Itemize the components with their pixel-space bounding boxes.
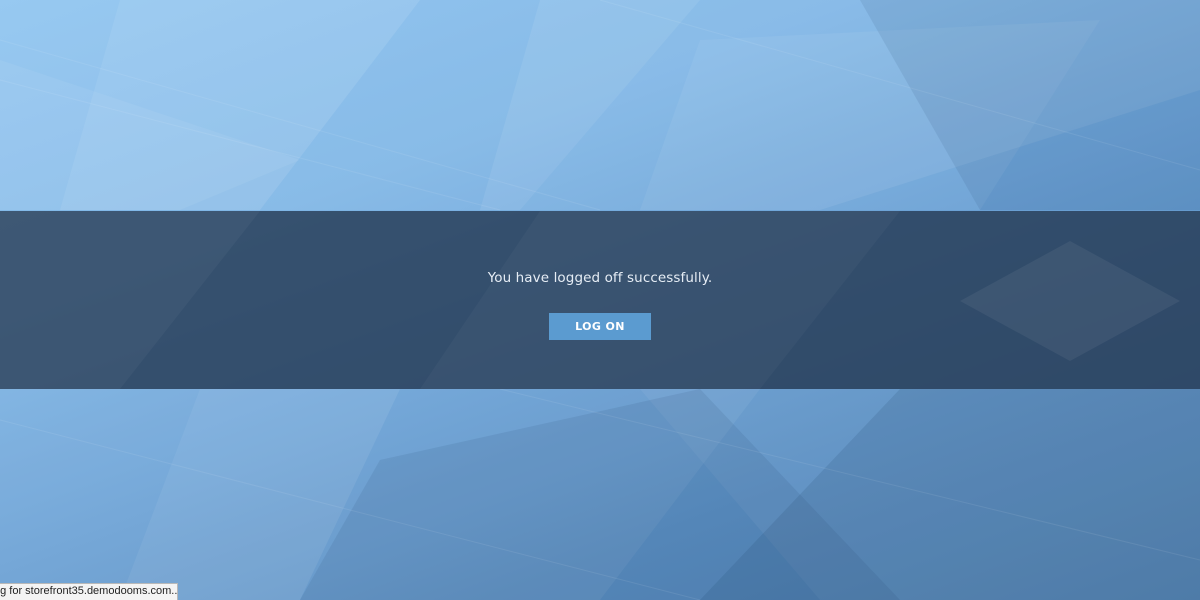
- logoff-banner: [0, 211, 1200, 389]
- banner-pattern: [0, 211, 1180, 389]
- log-on-button[interactable]: LOG ON: [549, 313, 651, 340]
- browser-status-bar: ng for storefront35.demodooms.com...: [0, 583, 178, 600]
- logoff-message: You have logged off successfully.: [487, 270, 713, 286]
- status-text: ng for storefront35.demodooms.com...: [0, 585, 178, 597]
